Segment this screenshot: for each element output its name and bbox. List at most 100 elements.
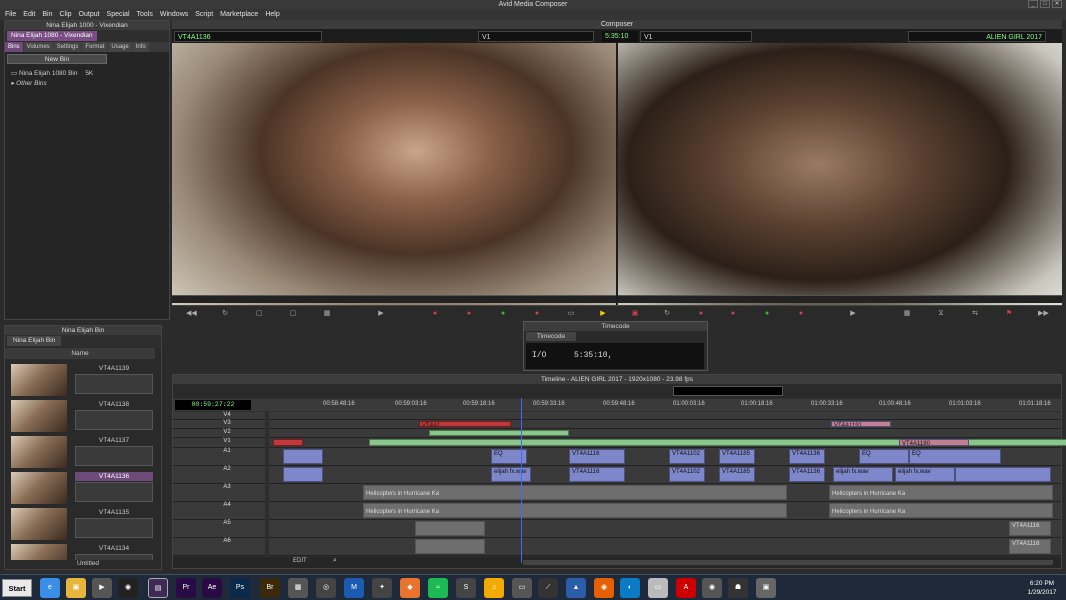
app-icon[interactable]: S [456, 578, 476, 598]
timecode-tab[interactable]: Timecode [526, 332, 576, 341]
track-label[interactable]: A6 [173, 538, 265, 556]
firefox-icon[interactable]: ◉ [594, 578, 614, 598]
clip-segment[interactable]: VT4A1116 [569, 467, 625, 482]
track-label[interactable]: A5 [173, 520, 265, 538]
name-column-header[interactable]: Name [5, 348, 155, 359]
menu-tools[interactable]: Tools [137, 9, 153, 20]
new-bin-button[interactable]: New Bin [7, 54, 107, 64]
malwarebytes-icon[interactable]: M [344, 578, 364, 598]
loop-icon[interactable]: ↻ [662, 309, 672, 318]
menu-edit[interactable]: Edit [23, 9, 35, 20]
clip-segment[interactable]: Helicopters in Hurricane Ka [363, 485, 787, 500]
spotify-icon[interactable]: ≈ [428, 578, 448, 598]
clip-segment[interactable]: VT4A1136 [789, 449, 825, 464]
close-icon[interactable]: ✕ [1052, 0, 1062, 8]
track-selector-record[interactable]: V1 [640, 31, 752, 42]
clip-segment[interactable]: elijah fx.wav [895, 467, 955, 482]
track-area[interactable]: VT4A1116 [269, 520, 1061, 538]
clip-segment[interactable]: EQ [909, 449, 1001, 464]
track-area[interactable]: EQ VT4A1116 VT4A1102 VT4A1185 VT4A1136 E… [269, 448, 1061, 466]
timeline-scrollbar[interactable] [523, 560, 1053, 565]
clip-segment[interactable]: VT4A1185 [719, 449, 755, 464]
clip-segment[interactable]: VT4A1102 [669, 449, 705, 464]
clip-segment[interactable] [283, 467, 323, 482]
menu-file[interactable]: File [5, 9, 16, 20]
system-clock[interactable]: 6:20 PM 1/29/2017 [1022, 579, 1062, 597]
source-position-bar[interactable] [172, 295, 616, 303]
clear-marks-icon[interactable]: ▦ [322, 309, 332, 318]
menu-special[interactable]: Special [107, 9, 130, 20]
mark-in-icon[interactable]: ▢ [254, 309, 264, 318]
mark-icon[interactable]: ● [430, 309, 440, 318]
tab-bins[interactable]: Bins [5, 42, 23, 52]
clip-segment[interactable]: elijah fx.wav [833, 467, 893, 482]
menu-output[interactable]: Output [79, 9, 100, 20]
clip-segment[interactable]: VT4A1190 [899, 439, 969, 446]
clip-segment[interactable]: Helicopters in Hurricane Ka [829, 503, 1053, 518]
avid-icon[interactable]: ▤ [148, 578, 168, 598]
track-area[interactable]: Helicopters in Hurricane Ka Helicopters … [269, 502, 1061, 520]
premiere-icon[interactable]: Pr [176, 578, 196, 598]
clip-item-selected[interactable]: VT4A1136 [9, 470, 155, 504]
clip-item[interactable]: VT4A1135 [9, 506, 155, 540]
tab-format[interactable]: Format [82, 42, 108, 52]
bin-item[interactable]: ▭ Nina Elijah 1080 Bin 5K [11, 69, 161, 79]
track-area[interactable]: Helicopters in Hurricane Ka Helicopters … [269, 484, 1061, 502]
project-tab[interactable]: Nina Elijah 1080 - Vixendian [7, 31, 97, 41]
play-icon[interactable]: ▶ [376, 309, 386, 318]
edit-mode-label[interactable]: EDIT [293, 558, 307, 564]
clip-segment[interactable]: VT4A1 [419, 421, 511, 427]
mark-icon[interactable]: ● [696, 309, 706, 318]
menu-clip[interactable]: Clip [59, 9, 71, 20]
folder-item[interactable]: ▸ Other Bins [11, 79, 161, 89]
track-area[interactable]: VT4A1190 [269, 438, 1066, 448]
clip-segment[interactable]: elijah fx.wav [491, 467, 531, 482]
menu-bin[interactable]: Bin [42, 9, 52, 20]
app-icon[interactable]: ◉ [702, 578, 722, 598]
clip-segment[interactable]: Helicopters in Hurricane Ka [829, 485, 1053, 500]
clip-segment[interactable] [429, 430, 569, 436]
track-label[interactable]: V3 [173, 420, 265, 429]
tab-volumes[interactable]: Volumes [23, 42, 53, 52]
minimize-icon[interactable]: _ [1028, 0, 1038, 8]
track-area[interactable]: elijah fx.wav VT4A1116 VT4A1102 VT4A1185… [269, 466, 1061, 484]
menu-windows[interactable]: Windows [160, 9, 188, 20]
app-icon[interactable]: ▦ [288, 578, 308, 598]
sequence-menu[interactable]: ALIEN GIRL 2017 [908, 31, 1046, 42]
menu-script[interactable]: Script [195, 9, 213, 20]
clip-segment[interactable]: VT4A1191 [831, 421, 891, 427]
mark-icon[interactable]: ● [796, 309, 806, 318]
clip-segment[interactable]: EQ [859, 449, 909, 464]
trim-icon[interactable]: ⧖ [936, 309, 946, 318]
clip-item[interactable]: VT4A1134 [9, 542, 155, 560]
track-label[interactable]: V4 [173, 412, 265, 420]
clip-segment[interactable] [955, 467, 1051, 482]
record-monitor[interactable] [618, 43, 1062, 313]
clip-segment[interactable]: VT4A1185 [719, 467, 755, 482]
clip-segment[interactable] [415, 521, 485, 536]
media-player-icon[interactable]: ▶ [92, 578, 112, 598]
track-area[interactable] [269, 429, 1061, 438]
track-label[interactable]: A2 [173, 466, 265, 484]
track-label[interactable]: A3 [173, 484, 265, 502]
app-icon[interactable]: ◎ [316, 578, 336, 598]
app-icon[interactable]: ✦ [372, 578, 392, 598]
clip-segment[interactable] [283, 449, 323, 464]
track-area[interactable]: VT4A1 VT4A1191 [269, 420, 1061, 429]
segment-icon[interactable]: ⇆ [970, 309, 980, 318]
clip-segment[interactable] [415, 539, 485, 554]
clip-segment[interactable]: VT4A1102 [669, 467, 705, 482]
mark-icon[interactable]: ● [728, 309, 738, 318]
source-monitor[interactable] [172, 43, 616, 313]
after-effects-icon[interactable]: Ae [202, 578, 222, 598]
tab-info[interactable]: Info [132, 42, 149, 52]
mark-icon[interactable]: ● [762, 309, 772, 318]
track-selector-source[interactable]: V1 [478, 31, 594, 42]
fast-forward-icon[interactable]: ▶▶ [1038, 309, 1049, 318]
clear-marks-icon[interactable]: ▦ [902, 309, 912, 318]
timeline-position-indicator[interactable] [521, 398, 522, 563]
start-button[interactable]: Start [2, 579, 32, 597]
search-icon[interactable]: ⌕ [333, 557, 337, 565]
menu-help[interactable]: Help [265, 9, 279, 20]
track-label[interactable]: A4 [173, 502, 265, 520]
